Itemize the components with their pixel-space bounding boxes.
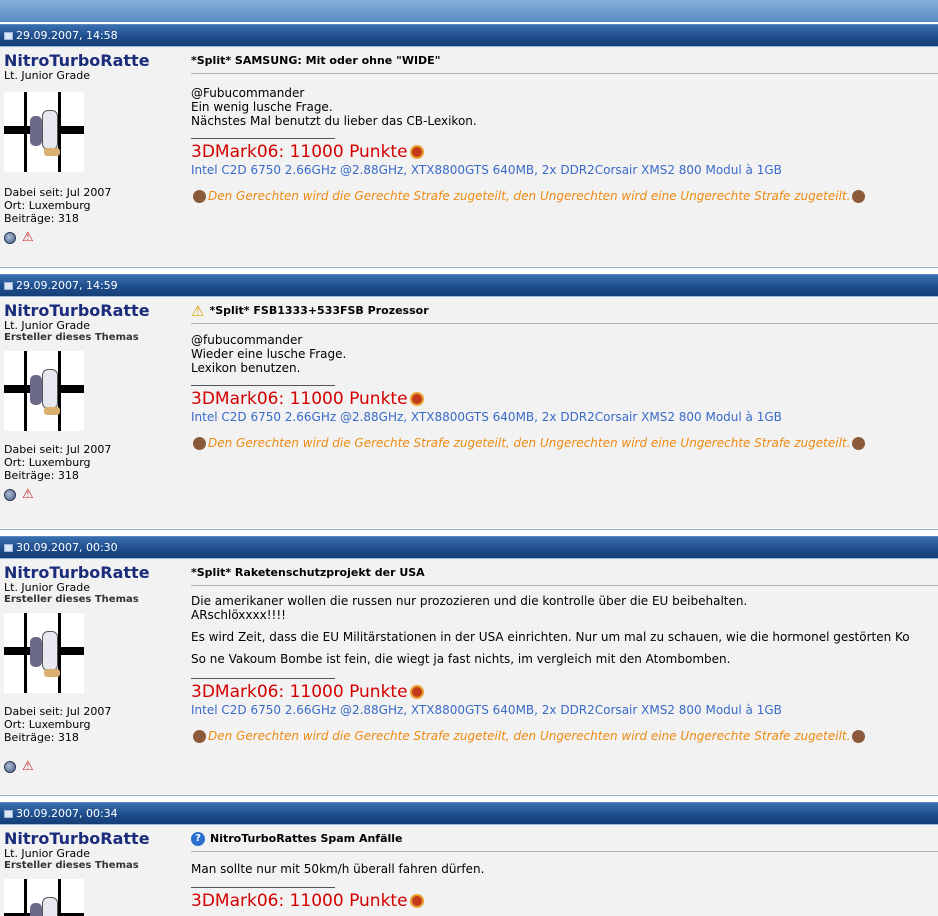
boxing-glove-icon	[409, 894, 424, 908]
emoticon-icon	[193, 729, 206, 743]
post-title: ? NitroTurboRattes Spam Anfälle	[191, 832, 938, 852]
thread-creator-label: Ersteller dieses Themas	[4, 860, 139, 871]
post-date: 29.09.2007, 14:59	[16, 279, 118, 292]
user-post-count: Beiträge: 318	[4, 469, 79, 482]
username-link[interactable]: NitroTurboRatte	[4, 302, 185, 320]
avatar	[4, 351, 84, 431]
signature-quote: Den Gerechten wird die Gerechte Strafe z…	[191, 189, 938, 203]
report-icon[interactable]: ⚠	[22, 488, 34, 501]
avatar	[4, 879, 84, 916]
post-3: 30.09.2007, 00:30 NitroTurboRatte Lt. Ju…	[0, 536, 938, 794]
signature-divider	[191, 138, 335, 139]
message-body: ⚠ *Split* FSB1333+533FSB Prozessor @fubu…	[185, 297, 938, 528]
avatar	[4, 92, 84, 172]
post-date: 30.09.2007, 00:34	[16, 807, 118, 820]
user-location: Ort: Luxemburg	[4, 456, 91, 469]
message-text: Die amerikaner wollen die russen nur pro…	[191, 594, 910, 666]
signature-benchmark: 3DMark06: 11000 Punkte	[191, 142, 938, 162]
signature-benchmark: 3DMark06: 11000 Punkte	[191, 682, 938, 702]
online-status-icon[interactable]	[4, 488, 16, 501]
post-icon	[4, 281, 13, 290]
signature-specs: Intel C2D 6750 2.66GHz @2.88GHz, XTX8800…	[191, 163, 782, 177]
boxing-glove-icon	[409, 392, 424, 406]
post-4: 30.09.2007, 00:34 NitroTurboRatte Lt. Ju…	[0, 802, 938, 916]
signature-divider	[191, 887, 335, 888]
emoticon-icon	[852, 436, 866, 450]
post-header: 29.09.2007, 14:59	[0, 274, 938, 297]
user-post-count: Beiträge: 318	[4, 731, 79, 744]
boxing-glove-icon	[409, 145, 424, 159]
signature-divider	[191, 678, 335, 679]
post-header: 30.09.2007, 00:34	[0, 802, 938, 825]
user-location: Ort: Luxemburg	[4, 718, 91, 731]
post-icon	[4, 31, 13, 40]
signature-specs: Intel C2D 6750 2.66GHz @2.88GHz, XTX8800…	[191, 410, 782, 424]
post-title: *Split* Raketenschutzprojekt der USA	[191, 566, 938, 586]
avatar	[4, 613, 84, 693]
post-title: ⚠ *Split* FSB1333+533FSB Prozessor	[191, 304, 938, 324]
user-joined: Dabei seit: Jul 2007	[4, 705, 112, 718]
boxing-glove-icon	[409, 685, 424, 699]
post-icon	[4, 543, 13, 552]
signature-quote: Den Gerechten wird die Gerechte Strafe z…	[191, 729, 938, 743]
message-body: *Split* Raketenschutzprojekt der USA Die…	[185, 559, 938, 794]
post-header: 29.09.2007, 14:58	[0, 24, 938, 47]
user-location: Ort: Luxemburg	[4, 199, 91, 212]
message-body: *Split* SAMSUNG: Mit oder ohne "WIDE" @F…	[185, 47, 938, 266]
user-info: NitroTurboRatte Lt. Junior Grade Erstell…	[0, 825, 185, 916]
report-icon[interactable]: ⚠	[22, 231, 34, 244]
user-info: NitroTurboRatte Lt. Junior Grade Dabei s…	[0, 47, 185, 266]
signature-quote: Den Gerechten wird die Gerechte Strafe z…	[191, 436, 938, 450]
user-post-count: Beiträge: 318	[4, 212, 79, 225]
user-rank: Lt. Junior Grade	[4, 319, 90, 332]
user-rank: Lt. Junior Grade	[4, 847, 90, 860]
user-info: NitroTurboRatte Lt. Junior Grade Erstell…	[0, 559, 185, 794]
message-body: ? NitroTurboRattes Spam Anfälle Man soll…	[185, 825, 938, 916]
signature-benchmark: 3DMark06: 11000 Punkte	[191, 891, 938, 911]
message-text: @fubucommander Wieder eine lusche Frage.…	[191, 333, 347, 375]
post-title: *Split* SAMSUNG: Mit oder ohne "WIDE"	[191, 54, 938, 74]
user-joined: Dabei seit: Jul 2007	[4, 443, 112, 456]
username-link[interactable]: NitroTurboRatte	[4, 564, 185, 582]
emoticon-icon	[193, 436, 206, 450]
message-text: @Fubucommander Ein wenig lusche Frage. N…	[191, 86, 477, 128]
thread-creator-label: Ersteller dieses Themas	[4, 332, 139, 343]
post-icon	[4, 809, 13, 818]
post-1: 29.09.2007, 14:58 NitroTurboRatte Lt. Ju…	[0, 24, 938, 266]
warning-icon: ⚠	[191, 302, 205, 320]
user-joined: Dabei seit: Jul 2007	[4, 186, 112, 199]
signature-specs: Intel C2D 6750 2.66GHz @2.88GHz, XTX8800…	[191, 703, 782, 717]
signature-benchmark: 3DMark06: 11000 Punkte	[191, 389, 938, 409]
message-text: Man sollte nur mit 50km/h überall fahren…	[191, 862, 485, 876]
user-rank: Lt. Junior Grade	[4, 69, 90, 82]
top-strip	[0, 0, 938, 23]
online-status-icon[interactable]	[4, 760, 16, 773]
emoticon-icon	[852, 729, 866, 743]
thread-creator-label: Ersteller dieses Themas	[4, 594, 139, 605]
report-icon[interactable]: ⚠	[22, 760, 34, 773]
username-link[interactable]: NitroTurboRatte	[4, 830, 185, 848]
question-icon: ?	[191, 832, 205, 846]
signature-divider	[191, 385, 335, 386]
emoticon-icon	[193, 189, 206, 203]
post-header: 30.09.2007, 00:30	[0, 536, 938, 559]
post-date: 30.09.2007, 00:30	[16, 541, 118, 554]
online-status-icon[interactable]	[4, 231, 16, 244]
username-link[interactable]: NitroTurboRatte	[4, 52, 185, 70]
user-info: NitroTurboRatte Lt. Junior Grade Erstell…	[0, 297, 185, 528]
post-date: 29.09.2007, 14:58	[16, 29, 118, 42]
post-2: 29.09.2007, 14:59 NitroTurboRatte Lt. Ju…	[0, 274, 938, 528]
emoticon-icon	[852, 189, 866, 203]
user-rank: Lt. Junior Grade	[4, 581, 90, 594]
